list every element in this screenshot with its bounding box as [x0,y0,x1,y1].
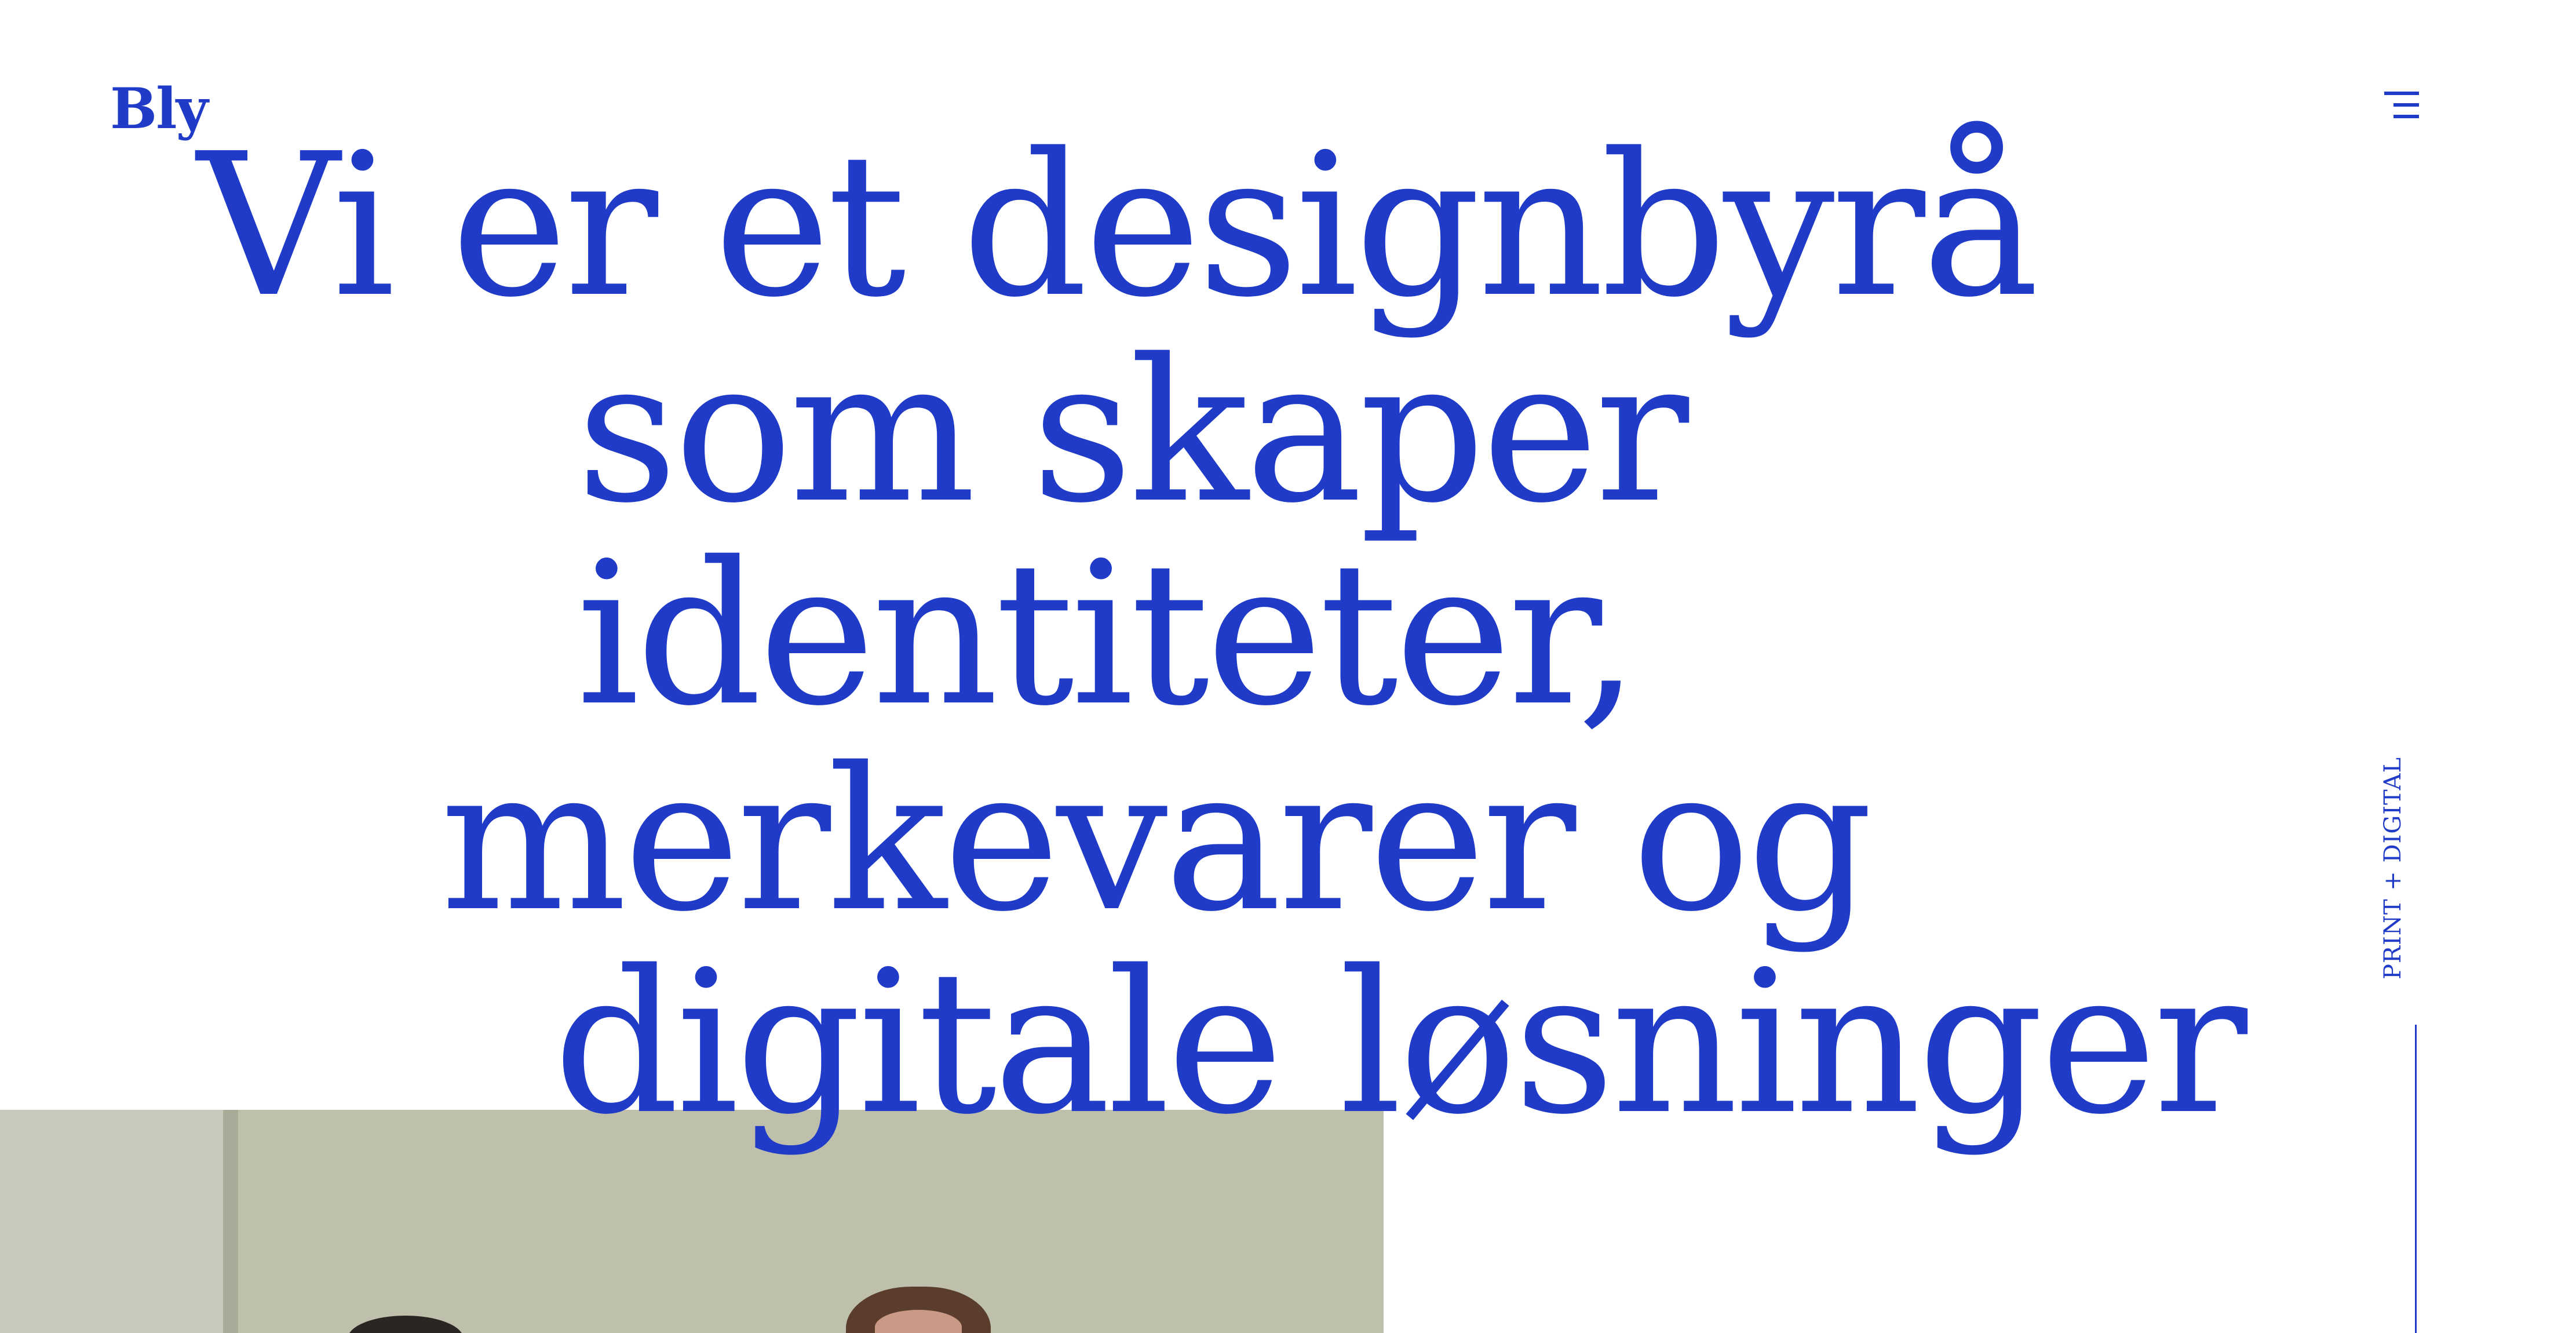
hero-heading-line: digitale løsninger [553,928,2247,1158]
hero-heading-line: Vi er et designbyrå [197,111,2039,341]
hamburger-menu-icon [2384,92,2419,118]
menu-button[interactable] [2378,88,2425,123]
logo-link[interactable]: Bly [110,81,208,137]
photo-wall-edge [223,1110,238,1333]
scroll-indicator-line [2415,1025,2417,1333]
photo-person-head [348,1316,464,1333]
hero-heading-line: identiteter, [577,520,1640,749]
hero-heading-line: merkevarer og [440,726,1873,955]
photo-wall [0,1110,223,1333]
hero-heading-line: som skaper [577,317,1689,547]
print-digital-label: PRINT + DIGITAL [2380,756,2406,979]
